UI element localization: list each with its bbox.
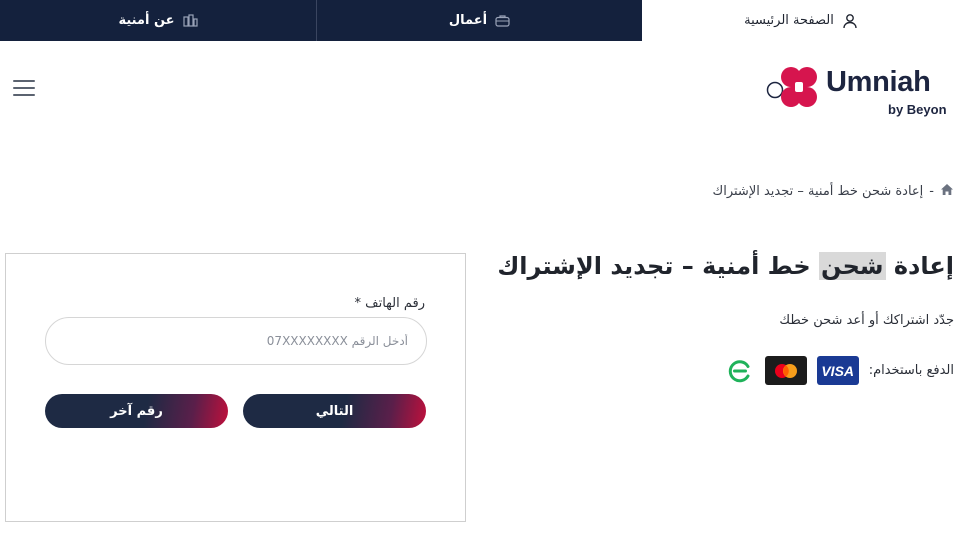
- phone-number-label: رقم الهاتف *: [354, 296, 425, 311]
- home-icon[interactable]: [940, 183, 954, 200]
- tab-home[interactable]: الصفحة الرئيسية: [642, 0, 960, 41]
- page-subtitle: جدّد اشتراكك أو أعد شحن خطك: [779, 313, 954, 328]
- visa-card-icon: VISA: [816, 356, 859, 385]
- user-icon: [842, 13, 858, 29]
- umniah-logo[interactable]: Umniah by Beyon: [766, 62, 956, 122]
- mastercard-icon: [764, 356, 807, 385]
- payment-methods: الدفع باستخدام: VISA: [725, 356, 954, 385]
- title-part-1: إعادة: [885, 252, 954, 280]
- tab-business-label: أعمال: [448, 13, 488, 28]
- logo-wordmark: Umniah: [826, 66, 931, 98]
- payment-label: الدفع باستخدام:: [868, 363, 954, 378]
- recharge-form-panel: رقم الهاتف * رقم آخر التالي: [5, 253, 466, 522]
- logo-tagline: by Beyon: [888, 102, 947, 117]
- building-icon: [182, 14, 198, 27]
- other-number-button[interactable]: رقم آخر: [45, 394, 228, 428]
- tab-business[interactable]: أعمال: [317, 0, 642, 41]
- umniah-logo-mark: [766, 67, 817, 107]
- title-highlight: شحن: [819, 252, 886, 280]
- tab-about-label: عن أمنية: [118, 13, 175, 28]
- breadcrumb-separator: -: [929, 184, 934, 199]
- phone-number-input[interactable]: [45, 317, 427, 365]
- visa-text: VISA: [821, 362, 855, 379]
- breadcrumb-current: إعادة شحن خط أمنية – تجديد الإشتراك: [712, 184, 924, 199]
- tab-home-label: الصفحة الرئيسية: [744, 13, 834, 28]
- breadcrumb: - إعادة شحن خط أمنية – تجديد الإشتراك: [713, 183, 955, 200]
- top-navigation-bar: عن أمنية أعمال الصفحة الرئيسية: [0, 0, 960, 41]
- tab-about-umniah[interactable]: عن أمنية: [0, 0, 317, 41]
- efawateercom-icon: [725, 356, 755, 385]
- title-part-2: خط أمنية – تجديد الإشتراك: [497, 252, 820, 280]
- briefcase-icon: [495, 14, 510, 27]
- hamburger-icon[interactable]: [13, 80, 35, 98]
- next-button[interactable]: التالي: [243, 394, 426, 428]
- page-title: إعادة شحن خط أمنية – تجديد الإشتراك: [497, 252, 954, 280]
